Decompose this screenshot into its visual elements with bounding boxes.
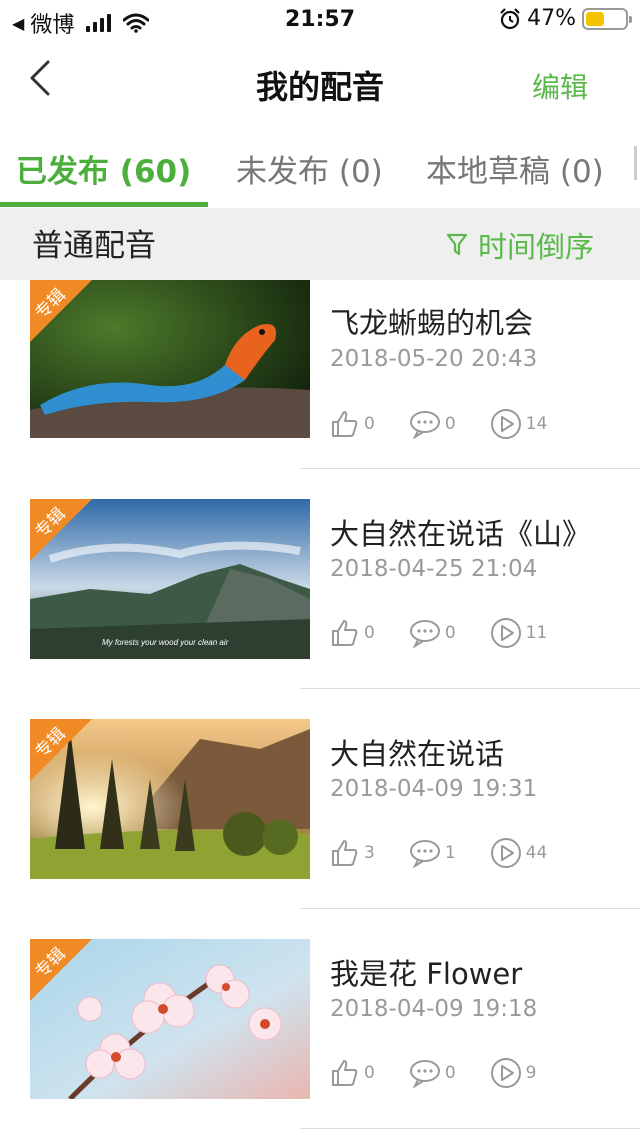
battery-icon <box>582 7 632 30</box>
comment-stat[interactable]: 0 <box>409 1058 456 1088</box>
like-stat[interactable]: 0 <box>330 409 375 439</box>
play-count: 11 <box>525 623 548 643</box>
thumbnail-image: 专辑 <box>30 719 310 879</box>
like-stat[interactable]: 3 <box>330 838 375 868</box>
play-stat[interactable]: 9 <box>490 1057 537 1089</box>
nav-bar: 我的配音 编辑 <box>0 40 640 128</box>
item-title: 我是花 Flower <box>330 957 523 991</box>
tab-local-drafts[interactable]: 本地草稿 (0) <box>426 146 604 191</box>
list-item[interactable]: My forests your wood your clean air 专辑 大… <box>0 469 640 689</box>
tab-published[interactable]: 已发布 (60) <box>16 146 191 191</box>
thumbnail-image: 专辑 <box>30 280 310 438</box>
tab-bar: 已发布 (60) 未发布 (0) 本地草稿 (0) <box>0 128 640 208</box>
filter-funnel-icon <box>446 233 468 256</box>
list-item[interactable]: 专辑 大自然在说话 2018-04-09 19:31 3 1 44 <box>0 689 640 909</box>
item-date: 2018-04-25 21:04 <box>330 556 538 582</box>
list-item[interactable]: 专辑 我是花 Flower 2018-04-09 19:18 0 0 9 <box>0 909 640 1129</box>
comment-stat[interactable]: 1 <box>409 838 456 868</box>
item-title: 飞龙蜥蜴的机会 <box>330 306 534 340</box>
tab-unpublished[interactable]: 未发布 (0) <box>236 146 383 191</box>
like-count: 3 <box>364 843 375 863</box>
like-count: 0 <box>364 1063 375 1083</box>
category-title: 普通配音 <box>32 228 156 264</box>
dubbing-list: 专辑 飞龙蜥蜴的机会 2018-05-20 20:43 0 0 14 My fo… <box>0 280 640 1129</box>
item-stats: 0 0 9 <box>330 1057 570 1089</box>
play-circle-icon <box>490 618 521 648</box>
like-count: 0 <box>364 414 375 434</box>
comment-count: 0 <box>444 1063 456 1083</box>
play-count: 14 <box>525 414 548 434</box>
thumbs-up-icon <box>332 620 358 646</box>
play-stat[interactable]: 14 <box>490 408 548 440</box>
thumbnail-image: My forests your wood your clean air 专辑 <box>30 499 310 659</box>
comment-bubble-icon <box>409 411 440 439</box>
comment-stat[interactable]: 0 <box>409 409 456 439</box>
play-stat[interactable]: 44 <box>490 837 548 869</box>
list-item[interactable]: 专辑 飞龙蜥蜴的机会 2018-05-20 20:43 0 0 14 <box>0 280 640 469</box>
filter-bar: 普通配音 时间倒序 <box>0 208 640 280</box>
play-circle-icon <box>490 409 521 439</box>
play-count: 44 <box>525 843 548 863</box>
sort-label: 时间倒序 <box>477 230 594 264</box>
comment-count: 1 <box>444 843 456 863</box>
edit-button[interactable]: 编辑 <box>532 66 588 106</box>
like-stat[interactable]: 0 <box>330 618 375 648</box>
play-circle-icon <box>490 838 521 868</box>
thumbs-up-icon <box>332 840 358 866</box>
play-count: 9 <box>525 1063 537 1083</box>
item-stats: 0 0 14 <box>330 408 581 440</box>
item-stats: 3 1 44 <box>330 837 581 869</box>
like-stat[interactable]: 0 <box>330 1058 375 1088</box>
thumbs-up-icon <box>332 411 358 437</box>
item-date: 2018-05-20 20:43 <box>330 346 538 372</box>
thumbs-up-icon <box>332 1060 358 1086</box>
battery-level-fill <box>586 11 604 26</box>
item-date: 2018-04-09 19:18 <box>330 996 538 1022</box>
comment-count: 0 <box>444 414 456 434</box>
alarm-clock-icon <box>500 7 520 29</box>
play-circle-icon <box>490 1058 521 1088</box>
item-stats: 0 0 11 <box>330 617 581 649</box>
play-stat[interactable]: 11 <box>490 617 548 649</box>
comment-bubble-icon <box>409 840 440 868</box>
comment-stat[interactable]: 0 <box>409 618 456 648</box>
tab-overflow[interactable] <box>634 146 640 180</box>
comment-bubble-icon <box>409 620 440 648</box>
battery-percent: 47% <box>527 6 576 31</box>
status-bar-right: 47% <box>499 6 632 31</box>
item-date: 2018-04-09 19:31 <box>330 776 538 802</box>
item-title: 大自然在说话《山》 <box>330 517 592 551</box>
sort-button[interactable]: 时间倒序 <box>446 224 594 266</box>
item-divider <box>300 1128 640 1129</box>
status-bar: ◀ 微博 21:57 47% <box>0 0 640 40</box>
image-caption: My forests your wood your clean air <box>102 638 229 647</box>
like-count: 0 <box>364 623 375 643</box>
active-tab-indicator <box>0 202 208 207</box>
item-title: 大自然在说话 <box>330 737 505 771</box>
comment-bubble-icon <box>409 1060 440 1088</box>
comment-count: 0 <box>444 623 456 643</box>
thumbnail-image: 专辑 <box>30 939 310 1099</box>
